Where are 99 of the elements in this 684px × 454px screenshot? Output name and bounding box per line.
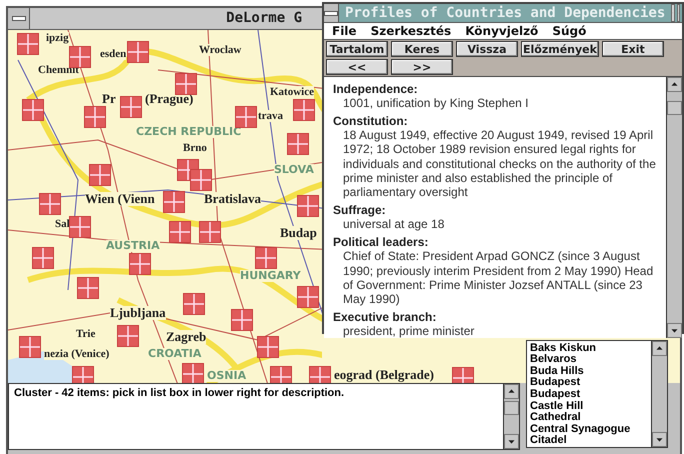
city-label: trava [258, 110, 284, 122]
cluster-marker-icon[interactable] [175, 72, 197, 95]
list-box[interactable]: Baks Kiskun Belvaros Buda Hills Budapest Budapest Castle Hill Cathedral Central Synagogue Citadel [526, 340, 668, 448]
section-heading: Political leaders: [333, 235, 430, 250]
cluster-marker-icon[interactable] [19, 336, 41, 358]
cluster-marker-icon[interactable] [287, 132, 309, 155]
city-label: Ljubljana [110, 306, 166, 320]
menu-item[interactable]: Könyvjelző [465, 24, 538, 38]
cluster-marker-icon[interactable] [117, 324, 139, 347]
list-item[interactable]: Buda Hills [530, 366, 648, 378]
city-label: Wien (Vienn [85, 192, 155, 206]
section-text: 18 August 1949, effective 20 August 1949, revised 19 April 1972; 18 October 1989 revision ensured legal rights for individuals and constitutional checks on the authority of the prime minister and also established the principle of parliamentary oversight [342, 128, 657, 200]
menu-item[interactable]: File [332, 24, 357, 38]
country-label: OSNIA [207, 370, 246, 382]
cluster-marker-icon[interactable] [452, 366, 474, 383]
cluster-marker-icon[interactable] [255, 246, 277, 269]
section-heading: Constitution: [333, 114, 409, 128]
cluster-marker-icon[interactable] [17, 32, 39, 55]
scroll-thumb[interactable] [504, 400, 519, 414]
system-menu-icon[interactable] [8, 8, 30, 29]
city-label: Sal [55, 218, 70, 230]
menu-item[interactable]: Szerkesztés [370, 24, 452, 38]
city-label: Chemnit [38, 64, 79, 76]
nav-button[interactable]: Tartalom [326, 41, 388, 57]
city-label: Trie [76, 328, 96, 340]
section-text: 1001, unification by King Stephen I [342, 96, 530, 110]
cluster-marker-icon[interactable] [199, 220, 221, 243]
cluster-marker-icon[interactable] [293, 98, 315, 121]
cluster-marker-icon[interactable] [39, 192, 61, 215]
description-text: Cluster - 42 items: pick in list box in lower right for description. [13, 386, 346, 401]
cluster-marker-icon[interactable] [190, 168, 212, 191]
city-label: Budap [280, 226, 317, 240]
menu-item[interactable]: Súgó [552, 24, 586, 38]
section-heading: Suffrage: [333, 203, 387, 218]
nav-button[interactable]: Vissza [456, 41, 518, 57]
scroll-thumb[interactable] [667, 100, 682, 115]
list-item[interactable]: Citadel [530, 435, 648, 447]
section-heading: Executive branch: [333, 310, 438, 324]
section-text: Chief of State: President Arpad GONCZ (since 3 August 1990; previously interim President from 2 May 1990) Head of Government: Prime Minister Jozsef ANTALL (since 23 May 1990) [342, 249, 654, 306]
cluster-marker-icon[interactable] [127, 40, 149, 63]
city-label: ipzig [46, 32, 69, 44]
city-label: Wroclaw [199, 44, 242, 56]
country-label: AUSTRIA [106, 240, 160, 252]
cluster-marker-icon[interactable] [231, 308, 253, 331]
cluster-marker-icon[interactable] [270, 366, 292, 383]
scroll-down-icon[interactable] [652, 432, 667, 447]
cluster-marker-icon[interactable] [183, 292, 205, 315]
city-label: Katowice [270, 86, 314, 98]
list-item[interactable]: Cathedral [530, 412, 648, 424]
country-label: HUNGARY [240, 270, 301, 282]
list-item[interactable]: Baks Kiskun [530, 342, 648, 354]
cluster-marker-icon[interactable] [163, 190, 185, 213]
country-label: CZECH REPUBLIC [136, 126, 242, 138]
cluster-marker-icon[interactable] [89, 164, 111, 186]
cluster-marker-icon[interactable] [235, 106, 257, 128]
cluster-marker-icon[interactable] [120, 96, 142, 118]
window-title: Profiles of Countries and Dependencies [344, 5, 666, 21]
list-item[interactable]: Budapest [530, 389, 648, 401]
section-text: president, prime minister [342, 324, 476, 338]
scroll-down-icon[interactable] [667, 323, 682, 338]
nav-button[interactable]: Előzmények [521, 41, 599, 57]
scroll-up-icon[interactable] [504, 384, 519, 399]
cluster-marker-icon[interactable] [72, 366, 94, 383]
cluster-marker-icon[interactable] [77, 276, 99, 299]
country-label: SLOVA [274, 164, 314, 176]
cluster-marker-icon[interactable] [169, 220, 191, 243]
city-label: (Prague) [145, 92, 194, 106]
scroll-up-icon[interactable] [652, 341, 667, 356]
city-label: nezia (Venice) [44, 348, 110, 360]
list-item[interactable]: Castle Hill [530, 400, 648, 412]
page-button[interactable]: >> [391, 59, 453, 75]
cluster-marker-icon[interactable] [32, 246, 54, 269]
cluster-marker-icon[interactable] [297, 194, 319, 217]
scroll-up-icon[interactable] [667, 77, 682, 92]
list-item[interactable]: Belvaros [530, 354, 648, 366]
city-label: Zagreb [166, 330, 206, 344]
city-label: eograd (Belgrade) [334, 368, 434, 382]
system-menu-icon[interactable] [324, 4, 339, 22]
city-label: Brno [183, 142, 207, 154]
cluster-marker-icon[interactable] [297, 286, 319, 308]
section-heading: Independence: [333, 82, 419, 96]
section-text: universal at age 18 [342, 217, 446, 232]
nav-button[interactable]: Keres [391, 41, 453, 57]
window-title: DeLorme G [225, 10, 303, 26]
cluster-marker-icon[interactable] [22, 98, 44, 121]
page-button[interactable]: << [326, 59, 388, 75]
cluster-marker-icon[interactable] [129, 252, 151, 275]
list-item[interactable]: Central Synagogue [530, 424, 648, 436]
cluster-marker-icon[interactable] [182, 362, 204, 383]
cluster-marker-icon[interactable] [257, 336, 279, 358]
nav-button[interactable]: Exit [602, 41, 664, 57]
list-item[interactable]: Budapest [530, 377, 648, 390]
cluster-marker-icon[interactable] [309, 366, 331, 383]
city-label: esden [100, 48, 126, 60]
city-label: Bratislava [204, 192, 262, 206]
scroll-down-icon[interactable] [504, 434, 519, 449]
cluster-marker-icon[interactable] [69, 216, 91, 238]
country-label: CROATIA [148, 348, 202, 360]
cluster-marker-icon[interactable] [84, 106, 106, 128]
